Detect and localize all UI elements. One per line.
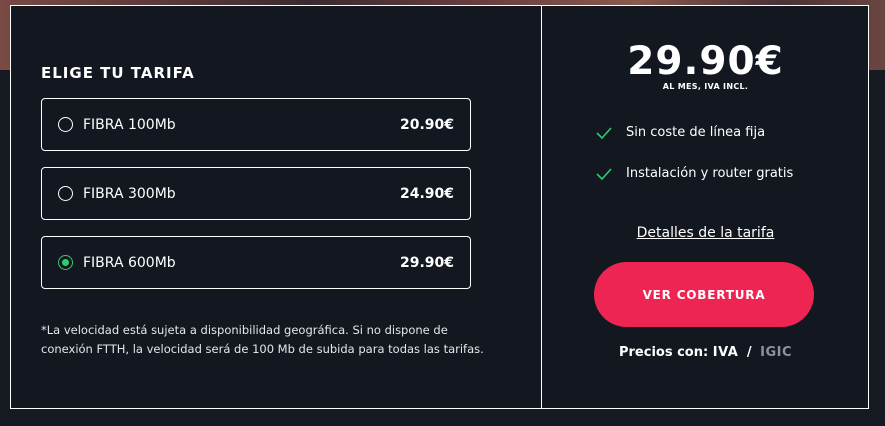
radio-button[interactable]	[58, 117, 73, 132]
section-title: ELIGE TU TARIFA	[41, 64, 195, 82]
tax-selector: Precios con: IVA / IGIC	[542, 345, 869, 360]
tariff-details-link[interactable]: Detalles de la tarifa	[542, 225, 869, 241]
plan-price: 20.90€	[399, 116, 454, 133]
tax-option-igic[interactable]: IGIC	[760, 345, 792, 360]
tariff-selector-panel: ELIGE TU TARIFA FIBRA 100Mb 20.90€ FIBRA…	[10, 5, 542, 409]
check-coverage-button[interactable]: VER COBERTURA	[594, 262, 814, 327]
feature-text: Instalación y router gratis	[626, 166, 794, 181]
feature-item: Instalación y router gratis	[596, 166, 793, 181]
plan-price: 29.90€	[399, 254, 454, 271]
feature-text: Sin coste de línea fija	[626, 125, 766, 140]
speed-footnote: *La velocidad está sujeta a disponibilid…	[41, 323, 484, 356]
check-icon	[596, 126, 612, 139]
feature-item: Sin coste de línea fija	[596, 125, 765, 140]
plan-price: 24.90€	[399, 185, 454, 202]
plan-option-fibra-300[interactable]: FIBRA 300Mb 24.90€	[41, 167, 471, 220]
price-summary-panel: 29.90€ AL MES, IVA INCL. Sin coste de lí…	[542, 5, 869, 409]
tax-option-iva[interactable]: IVA	[713, 345, 739, 360]
plan-option-fibra-100[interactable]: FIBRA 100Mb 20.90€	[41, 98, 471, 151]
radio-button-selected[interactable]	[58, 255, 73, 270]
monthly-price: 29.90€	[627, 39, 784, 84]
plan-name: FIBRA 600Mb	[83, 254, 176, 271]
price-note: AL MES, IVA INCL.	[662, 82, 749, 91]
check-icon	[596, 167, 612, 180]
plan-name: FIBRA 100Mb	[83, 116, 176, 133]
tax-separator: /	[746, 345, 752, 360]
tax-label: Precios con:	[618, 345, 709, 360]
plan-option-fibra-600[interactable]: FIBRA 600Mb 29.90€	[41, 236, 471, 289]
radio-button[interactable]	[58, 186, 73, 201]
plan-name: FIBRA 300Mb	[83, 185, 176, 202]
